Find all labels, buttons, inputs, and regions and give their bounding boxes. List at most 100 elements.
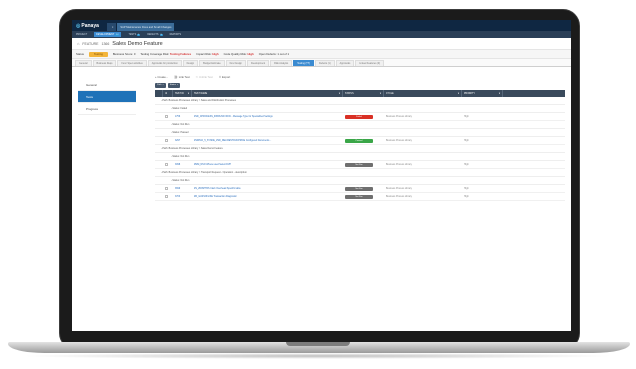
filter-status[interactable]: Status ×: [167, 82, 181, 88]
row-spacer: [155, 113, 163, 120]
row-test-id[interactable]: 3098: [173, 161, 192, 168]
subtab-budget[interactable]: Budget Estimate: [199, 60, 225, 66]
row-test-name[interactable]: ZS_ZDISPTRS Clerk Overhead Specific tabl…: [192, 185, 343, 192]
close-icon[interactable]: ×: [163, 84, 164, 86]
nav-project[interactable]: PROJECT: [76, 33, 87, 36]
status-badge[interactable]: Failed: [345, 114, 373, 119]
nav-badge: 1: [137, 33, 141, 36]
project-tab-1[interactable]: SAP Maintenance Fixes and Small Changes: [117, 23, 175, 31]
row-test-id[interactable]: 1756: [173, 113, 192, 120]
row-checkbox[interactable]: [165, 187, 168, 190]
group-row-status[interactable]: − Status: Failed: [155, 105, 565, 113]
column-header-priority[interactable]: PRIORITY ▾: [462, 90, 503, 97]
row-checkbox[interactable]: [165, 163, 168, 166]
table-row[interactable]: 1756 ZSD_CPROCESS_INBOUND IDOC - Message …: [155, 113, 565, 121]
page-titlebar: ⌂ FEATURE 1366 Sales Demo Feature: [72, 38, 571, 50]
sidebar-item-general[interactable]: General: [78, 79, 136, 91]
status-badge[interactable]: Not Run: [345, 186, 373, 191]
status-badge[interactable]: Not Run: [345, 162, 373, 167]
settings-icon[interactable]: ⚙: [165, 92, 167, 95]
row-test-name[interactable]: ZSD_CPROCESS_INBOUND IDOC - Message Type…: [192, 113, 343, 120]
row-test-id[interactable]: 3297: [173, 137, 192, 144]
row-checkbox[interactable]: [165, 115, 168, 118]
status-bar: Status Testing Business Score: 0 Testing…: [72, 50, 571, 59]
export-button[interactable]: ⇪ Export: [219, 75, 230, 79]
row-test-name[interactable]: ZSDPLD_5_SYNNE_ZSD_REL/RESTRUCPRICE Conf…: [192, 137, 343, 144]
row-cycle: Business Process Library: [386, 115, 412, 118]
close-icon[interactable]: ×: [177, 84, 178, 86]
open-defects[interactable]: Open Defects: 1 out of 1: [259, 52, 289, 56]
group-row-path[interactable]: − Path: Business Processes Library > Tra…: [155, 169, 565, 177]
group-row-path[interactable]: − Path: Business Processes Library > Sal…: [155, 145, 565, 153]
row-checkbox[interactable]: [165, 195, 168, 198]
table-row[interactable]: 3098 ZMM_NNO Where used Select DVP Not Run…: [155, 161, 565, 169]
group-row-status[interactable]: − Status: Passed: [155, 129, 565, 137]
table-row[interactable]: 3699 ZS_ZDISPTRS Clerk Overhead Specific …: [155, 185, 565, 193]
row-spacer: [155, 137, 163, 144]
sidebar-item-tests[interactable]: Tests: [78, 91, 136, 103]
column-header-status[interactable]: STATUS ▾: [343, 90, 384, 97]
row-select-cell[interactable]: [163, 161, 173, 168]
subtab-defects[interactable]: Defects (1): [314, 60, 335, 66]
close-icon[interactable]: ×: [112, 26, 114, 29]
sidebar-item-progress[interactable]: Progress: [78, 103, 136, 115]
row-checkbox[interactable]: [165, 139, 168, 142]
status-badge[interactable]: Testing: [88, 51, 108, 57]
subtab-dev-design[interactable]: Dev Design: [225, 60, 247, 66]
column-header-select[interactable]: ⚙: [163, 90, 173, 97]
table-body: − Path: Business Processes Library > Sal…: [155, 97, 565, 201]
group-row-status[interactable]: − Status: Not Run: [155, 121, 565, 129]
column-header-expand[interactable]: [155, 90, 163, 97]
row-test-name[interactable]: ZR_GASSOFLIKE Transaction Diagnostic: [192, 193, 343, 200]
row-select-cell[interactable]: [163, 113, 173, 120]
status-badge[interactable]: Not Run: [345, 194, 373, 199]
subtab-business-reqs[interactable]: Business Reqs: [92, 60, 117, 66]
column-header-test-id[interactable]: TEST ID ▾: [173, 90, 192, 97]
row-cycle: Business Process Library: [386, 187, 412, 190]
table-row[interactable]: 3297 ZSDPLD_5_SYNNE_ZSD_REL/RESTRUCPRICE …: [155, 137, 565, 145]
nav-tests[interactable]: TESTS 1: [128, 33, 141, 36]
subtab-general[interactable]: General: [75, 60, 92, 66]
row-test-id[interactable]: 3703: [173, 193, 192, 200]
nav-development[interactable]: DEVELOPMENT 12: [94, 32, 122, 37]
status-badge[interactable]: Passed: [345, 138, 373, 143]
subtab-approvals[interactable]: Approvals: [335, 60, 355, 66]
row-test-id[interactable]: 3699: [173, 185, 192, 192]
subtab-development[interactable]: Development: [247, 60, 270, 66]
impact-risk: Impact Risk: High: [196, 52, 219, 56]
subtab-risk-analysis[interactable]: Risk Analysis: [270, 60, 293, 66]
create-button[interactable]: + Create...: [155, 75, 168, 79]
column-header-cycle[interactable]: CYCLE ▾: [384, 90, 462, 97]
group-status-label: Status: Not Run: [172, 123, 190, 126]
tests-panel: + Create... ⛓ Link Test ✂ Unlink Test ⇪ Exp…: [155, 73, 565, 201]
unlink-test-button[interactable]: ✂ Unlink Test: [196, 75, 213, 79]
row-status-cell: Not Run: [343, 193, 384, 200]
row-select-cell[interactable]: [163, 137, 173, 144]
nav-defects[interactable]: DEFECTS 3: [147, 33, 163, 36]
column-header-test-name[interactable]: TEST NAME ▾: [192, 90, 343, 97]
business-score: Business Score: 0: [112, 52, 136, 56]
group-row-status[interactable]: − Status: Not Run: [155, 177, 565, 185]
subtab-func-spec[interactable]: Func Spec activities: [117, 60, 147, 66]
row-select-cell[interactable]: [163, 185, 173, 192]
brand[interactable]: ◎ Panaya: [76, 23, 99, 29]
group-row-status[interactable]: − Status: Not Run: [155, 153, 565, 161]
subtab-linked-features[interactable]: Linked Features (0): [355, 60, 385, 66]
row-test-name[interactable]: ZMM_NNO Where used Select DVP: [192, 161, 343, 168]
table-row[interactable]: 3703 ZR_GASSOFLIKE Transaction Diagnostic…: [155, 193, 565, 201]
group-row-path[interactable]: − Path: Business Processes Library > Sal…: [155, 97, 565, 105]
row-cycle: Business Process Library: [386, 139, 412, 142]
row-select-cell[interactable]: [163, 193, 173, 200]
link-test-button[interactable]: ⛓ Link Test: [174, 75, 190, 79]
feature-id: 1366: [101, 41, 110, 46]
chevron-down-icon: ▾: [338, 93, 340, 95]
project-tab-0[interactable]: ×: [106, 23, 117, 31]
home-icon[interactable]: ⌂: [77, 41, 79, 46]
subtab-design[interactable]: Design: [182, 60, 199, 66]
subtab-approvals-prod[interactable]: Approvals for production: [147, 60, 182, 66]
nav-reports[interactable]: REPORTS: [170, 33, 182, 36]
filter-path[interactable]: Path ×: [155, 82, 166, 88]
group-status-label: Status: Not Run: [172, 179, 190, 182]
row-cycle: Business Process Library: [386, 195, 412, 198]
subtab-testing[interactable]: Testing (TT): [293, 60, 314, 66]
